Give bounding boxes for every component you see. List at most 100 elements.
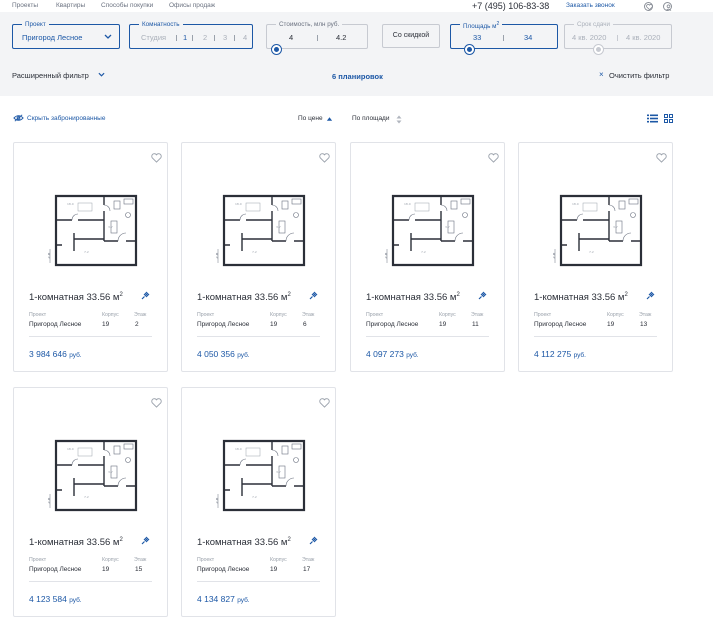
favorite-heart-icon[interactable] xyxy=(319,153,330,163)
clear-filter-button[interactable]: Очистить фильтр xyxy=(609,71,669,80)
divider xyxy=(197,581,320,582)
meta-value-floor: 13 xyxy=(640,321,648,328)
delivery-label: Срок сдачи xyxy=(574,20,614,29)
rooms-option-studio[interactable]: Студия xyxy=(141,33,166,42)
advanced-filter-toggle[interactable]: Расширенный фильтр xyxy=(12,71,89,80)
top-nav: Проекты Квартиры Способы покупки Офисы п… xyxy=(0,0,713,12)
meta-label-building: Корпус xyxy=(102,312,119,318)
rooms-option-3[interactable]: 3 xyxy=(223,33,227,42)
svg-text:5.8: 5.8 xyxy=(385,252,388,259)
rooms-option-2[interactable]: 2 xyxy=(203,33,207,42)
area-filter: Площадь м2 33 34 xyxy=(450,20,558,54)
favorites-icon[interactable] xyxy=(644,2,653,11)
sort-asc-icon xyxy=(326,117,333,121)
svg-text:3.7: 3.7 xyxy=(276,225,281,229)
grid-view-icon[interactable] xyxy=(664,114,673,123)
chevron-down-icon xyxy=(104,34,112,39)
meta-value-floor: 17 xyxy=(303,566,311,573)
close-icon[interactable]: × xyxy=(599,70,604,79)
pin-icon[interactable] xyxy=(645,291,655,301)
floor-plan-image: 5.8 18.0 7.2 3.7 xyxy=(48,194,138,267)
apartment-price: 4 134 827 руб. xyxy=(197,594,250,604)
cost-slider-handle[interactable] xyxy=(272,45,281,54)
delivery-slider-handle[interactable] xyxy=(594,45,603,54)
pin-icon[interactable] xyxy=(308,291,318,301)
apartment-card[interactable]: 5.8 18.0 7.2 3.7 1-комнатная 33.56 м2 Пр… xyxy=(181,387,336,617)
floor-plan-image: 5.8 18.0 7.2 3.7 xyxy=(216,439,306,512)
meta-label-floor: Этаж xyxy=(134,557,147,563)
meta-value-building: 19 xyxy=(439,321,447,328)
callback-link[interactable]: Заказать звонок xyxy=(566,2,615,9)
divider xyxy=(197,336,320,337)
nav-link-apartments[interactable]: Квартиры xyxy=(56,2,85,9)
project-label: Проект xyxy=(22,20,49,29)
svg-text:18.0: 18.0 xyxy=(235,202,242,206)
discount-button[interactable]: Со скидкой xyxy=(382,24,440,48)
apartment-title: 1-комнатная 33.56 м2 xyxy=(366,292,460,304)
meta-value-floor: 11 xyxy=(472,321,479,328)
apartment-card[interactable]: 5.8 18.0 7.2 3.7 1-комнатная 33.56 м2 Пр… xyxy=(181,142,336,372)
meta-label-building: Корпус xyxy=(102,557,119,563)
meta-label-floor: Этаж xyxy=(471,312,484,318)
pin-icon[interactable] xyxy=(140,291,150,301)
svg-text:7.2: 7.2 xyxy=(421,250,426,254)
user-icon[interactable] xyxy=(663,2,672,11)
sort-by-price[interactable]: По цене xyxy=(298,115,323,122)
area-min: 33 xyxy=(473,33,482,42)
hide-booked-link[interactable]: Скрыть забронированные xyxy=(27,115,105,122)
cost-min: 4 xyxy=(289,33,294,42)
results-count: 6 планировок xyxy=(332,72,383,81)
svg-text:5.8: 5.8 xyxy=(553,252,556,259)
pin-icon[interactable] xyxy=(308,536,318,546)
meta-value-project: Пригород Лесное xyxy=(197,321,250,328)
svg-text:3.7: 3.7 xyxy=(276,470,281,474)
pin-icon[interactable] xyxy=(140,536,150,546)
apartment-title: 1-комнатная 33.56 м2 xyxy=(197,292,291,304)
area-slider-handle[interactable] xyxy=(465,45,474,54)
sort-neutral-icon xyxy=(396,115,402,124)
apartment-card[interactable]: 5.8 18.0 7.2 3.7 1-комнатная 33.56 м2 Пр… xyxy=(350,142,505,372)
svg-text:3.7: 3.7 xyxy=(613,225,618,229)
svg-text:7.2: 7.2 xyxy=(84,495,89,499)
favorite-heart-icon[interactable] xyxy=(656,153,667,163)
sort-by-area[interactable]: По площади xyxy=(352,115,389,122)
favorite-heart-icon[interactable] xyxy=(488,153,499,163)
favorite-heart-icon[interactable] xyxy=(319,398,330,408)
pin-icon[interactable] xyxy=(477,291,487,301)
divider xyxy=(366,336,489,337)
meta-value-building: 19 xyxy=(270,321,278,328)
svg-text:18.0: 18.0 xyxy=(404,202,411,206)
nav-link-offices[interactable]: Офисы продаж xyxy=(169,2,215,9)
meta-value-project: Пригород Лесное xyxy=(197,566,250,573)
project-value: Пригород Лесное xyxy=(22,33,83,42)
cost-label: Стоимость, млн руб. xyxy=(276,20,343,29)
project-select[interactable]: Проект Пригород Лесное xyxy=(12,20,120,49)
chevron-down-icon xyxy=(98,72,105,77)
meta-value-building: 19 xyxy=(102,321,110,328)
meta-label-building: Корпус xyxy=(607,312,624,318)
favorite-heart-icon[interactable] xyxy=(151,398,162,408)
meta-label-project: Проект xyxy=(197,312,215,318)
meta-label-project: Проект xyxy=(197,557,215,563)
nav-link-projects[interactable]: Проекты xyxy=(12,2,38,9)
svg-text:5.8: 5.8 xyxy=(48,252,51,259)
rooms-option-4[interactable]: 4 xyxy=(243,33,247,42)
floor-plan-image: 5.8 18.0 7.2 3.7 xyxy=(48,439,138,512)
apartment-card[interactable]: 5.8 18.0 7.2 3.7 1-комнатная 33.56 м2 Пр… xyxy=(518,142,673,372)
rooms-option-1[interactable]: 1 xyxy=(183,33,187,42)
delivery-max: 4 кв. 2020 xyxy=(626,33,661,42)
apartment-card[interactable]: 5.8 18.0 7.2 3.7 1-комнатная 33.56 м2 Пр… xyxy=(13,387,168,617)
meta-value-floor: 15 xyxy=(135,566,143,573)
apartment-price: 4 050 356 руб. xyxy=(197,349,250,359)
nav-link-payment[interactable]: Способы покупки xyxy=(101,2,153,9)
svg-text:7.2: 7.2 xyxy=(252,250,257,254)
phone-number[interactable]: +7 (495) 106-83-38 xyxy=(472,1,549,11)
delivery-filter: Срок сдачи 4 кв. 2020 4 кв. 2020 xyxy=(564,20,672,54)
apartment-price: 4 112 275 руб. xyxy=(534,349,586,359)
list-view-icon[interactable] xyxy=(647,114,658,123)
favorite-heart-icon[interactable] xyxy=(151,153,162,163)
divider xyxy=(534,336,657,337)
meta-value-project: Пригород Лесное xyxy=(534,321,587,328)
apartment-card[interactable]: 5.8 18.0 7.2 3.7 1-комнатная 33.56 м2 Пр… xyxy=(13,142,168,372)
apartment-title: 1-комнатная 33.56 м2 xyxy=(29,537,123,549)
